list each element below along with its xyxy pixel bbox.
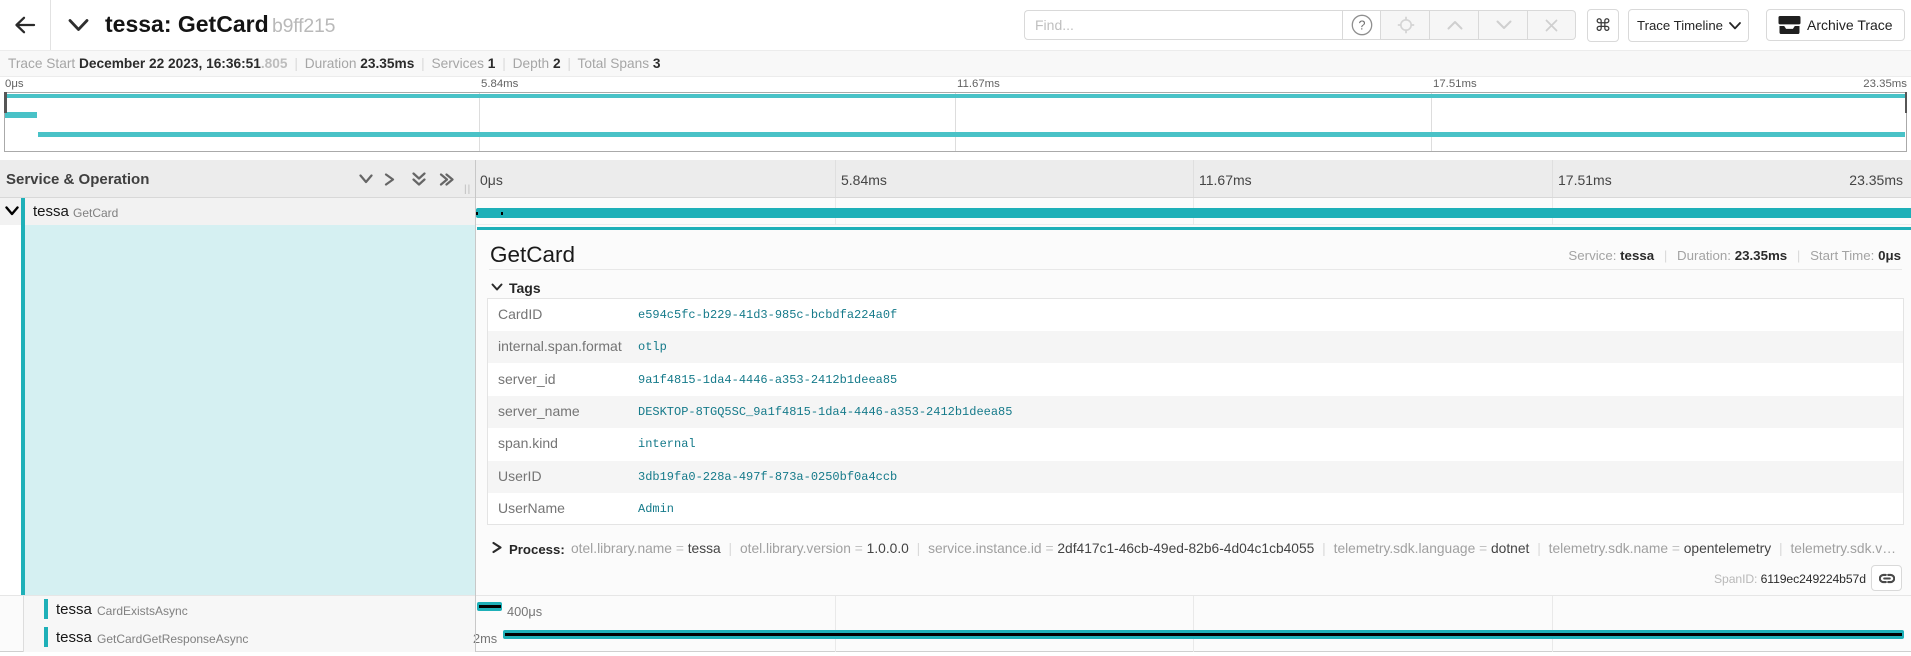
svg-text:?: ? (1359, 18, 1366, 32)
